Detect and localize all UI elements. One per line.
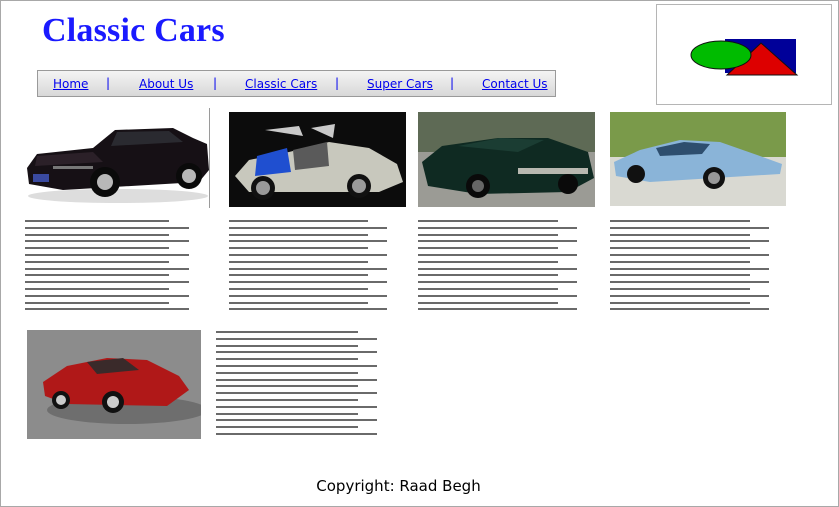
text-line bbox=[216, 426, 358, 428]
text-line bbox=[610, 302, 750, 304]
text-line bbox=[229, 268, 387, 270]
text-line bbox=[418, 281, 577, 283]
text-line bbox=[418, 261, 558, 263]
site-title: Classic Cars bbox=[42, 12, 225, 49]
text-line bbox=[418, 302, 558, 304]
text-line bbox=[25, 261, 169, 263]
nav-super-cars-link[interactable]: Super Cars bbox=[367, 77, 433, 91]
text-line bbox=[610, 268, 769, 270]
text-line bbox=[610, 308, 769, 310]
nav-separator: | bbox=[450, 76, 455, 90]
text-line bbox=[216, 331, 358, 333]
text-line bbox=[610, 288, 750, 290]
nav-separator: | bbox=[213, 76, 218, 90]
text-line bbox=[610, 295, 769, 297]
text-line bbox=[216, 379, 377, 381]
text-line bbox=[418, 240, 577, 242]
text-line bbox=[216, 365, 377, 367]
text-line bbox=[25, 227, 189, 229]
silver-gullwing-car-image bbox=[229, 112, 406, 207]
text-line bbox=[418, 247, 558, 249]
text-line bbox=[25, 234, 169, 236]
text-line bbox=[216, 433, 377, 435]
text-line bbox=[25, 274, 169, 276]
text-line bbox=[610, 227, 769, 229]
nav-separator: | bbox=[335, 76, 340, 90]
geometric-logo-icon bbox=[690, 39, 799, 76]
text-line bbox=[229, 308, 387, 310]
text-line bbox=[216, 351, 377, 353]
text-line bbox=[216, 385, 358, 387]
copyright-text: Copyright: Raad Begh bbox=[316, 477, 481, 495]
text-line bbox=[229, 247, 368, 249]
light-blue-gt-car-image bbox=[610, 112, 786, 206]
text-line bbox=[216, 372, 358, 374]
text-line bbox=[229, 220, 368, 222]
text-line bbox=[216, 399, 358, 401]
nav-about-us-link[interactable]: About Us bbox=[139, 77, 193, 91]
text-line bbox=[229, 254, 387, 256]
text-line bbox=[25, 302, 169, 304]
text-line bbox=[610, 281, 769, 283]
nav-separator: | bbox=[106, 76, 111, 90]
text-line bbox=[229, 227, 387, 229]
text-line bbox=[216, 358, 358, 360]
text-line bbox=[25, 220, 169, 222]
text-line bbox=[418, 274, 558, 276]
text-line bbox=[610, 261, 750, 263]
text-line bbox=[25, 247, 169, 249]
text-line bbox=[418, 234, 558, 236]
text-block-4 bbox=[610, 220, 769, 314]
nav-contact-us-link[interactable]: Contact Us bbox=[482, 77, 548, 91]
text-line bbox=[25, 254, 189, 256]
text-block-2 bbox=[229, 220, 387, 314]
text-line bbox=[216, 419, 377, 421]
logo bbox=[656, 4, 832, 105]
nav-home-link[interactable]: Home bbox=[53, 77, 88, 91]
text-line bbox=[418, 268, 577, 270]
text-line bbox=[229, 234, 368, 236]
text-line bbox=[216, 392, 377, 394]
text-line bbox=[25, 281, 189, 283]
text-line bbox=[418, 288, 558, 290]
text-line bbox=[610, 274, 750, 276]
text-line bbox=[229, 288, 368, 290]
text-line bbox=[216, 338, 377, 340]
text-line bbox=[229, 281, 387, 283]
text-line bbox=[418, 220, 558, 222]
text-line bbox=[25, 308, 189, 310]
text-line bbox=[610, 240, 769, 242]
text-line bbox=[610, 234, 750, 236]
text-line bbox=[610, 254, 769, 256]
text-line bbox=[418, 254, 577, 256]
text-line bbox=[216, 413, 358, 415]
text-block-5 bbox=[216, 331, 377, 437]
text-line bbox=[25, 295, 189, 297]
black-muscle-car-image bbox=[23, 118, 209, 204]
text-line bbox=[418, 308, 577, 310]
text-line bbox=[229, 302, 368, 304]
dark-green-charger-car-image bbox=[418, 112, 595, 207]
text-line bbox=[216, 406, 377, 408]
text-line bbox=[25, 288, 169, 290]
text-line bbox=[418, 295, 577, 297]
text-block-3 bbox=[418, 220, 577, 314]
text-line bbox=[229, 261, 368, 263]
text-line bbox=[229, 240, 387, 242]
text-line bbox=[216, 345, 358, 347]
text-line bbox=[25, 268, 189, 270]
nav-classic-cars-link[interactable]: Classic Cars bbox=[245, 77, 317, 91]
text-line bbox=[418, 227, 577, 229]
text-line bbox=[25, 240, 189, 242]
text-line bbox=[229, 295, 387, 297]
text-line bbox=[610, 220, 750, 222]
text-line bbox=[610, 247, 750, 249]
nav-bar: Home | About Us | Classic Cars | Super C… bbox=[37, 70, 556, 97]
text-block-1 bbox=[25, 220, 189, 314]
image-divider bbox=[209, 108, 210, 208]
text-line bbox=[229, 274, 368, 276]
red-sports-car-image bbox=[27, 330, 201, 439]
